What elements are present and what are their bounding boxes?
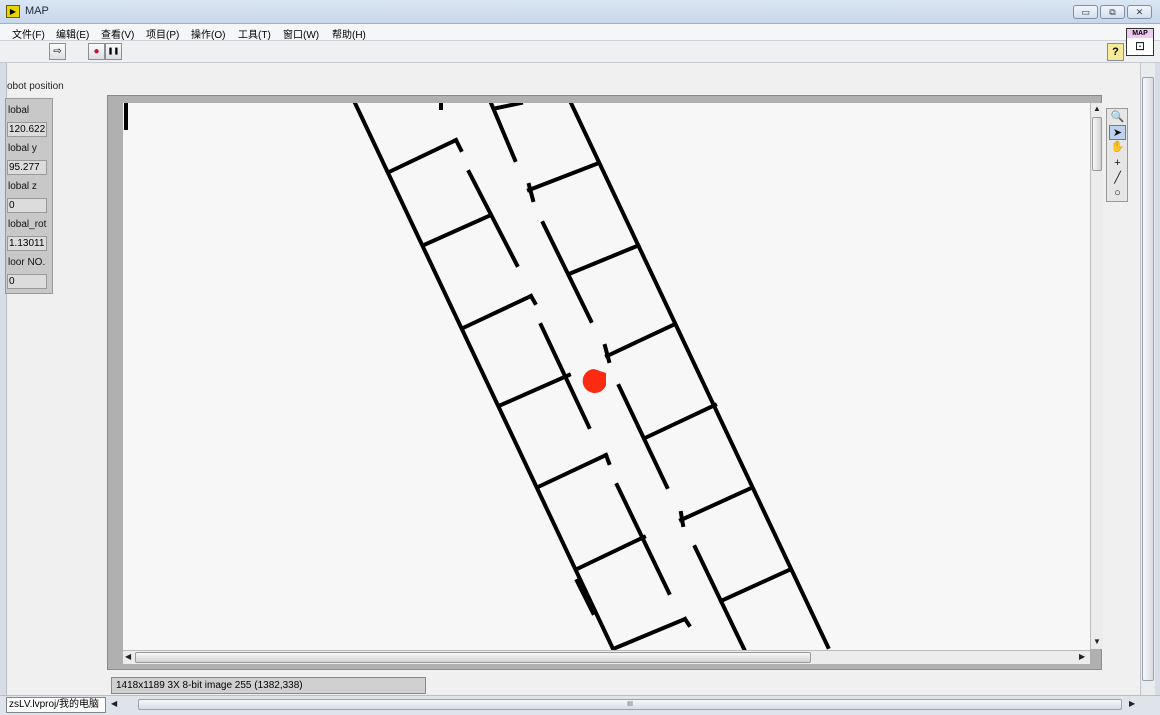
scroll-down-arrow-icon[interactable]: ▼ [1093, 637, 1101, 646]
floor-no-value: 0 [7, 274, 47, 289]
scroll-left-arrow-icon[interactable]: ◀ [125, 652, 131, 661]
menu-project[interactable]: 项目(P) [146, 26, 179, 41]
map-wall-divider [678, 510, 686, 528]
menu-edit[interactable]: 编辑(E) [56, 26, 89, 41]
map-wall-divider [526, 160, 602, 193]
window-scroll-right-arrow-icon[interactable]: ▶ [1129, 699, 1135, 708]
scroll-right-arrow-icon[interactable]: ▶ [1079, 652, 1085, 661]
robot-position-marker [582, 369, 606, 393]
pointer-tool-icon[interactable]: ➤ [1109, 125, 1126, 140]
menu-view[interactable]: 查看(V) [101, 26, 134, 41]
map-wall-inner [540, 220, 594, 324]
robot-position-cluster: lobal 120.622 lobal y 95.277 lobal z 0 l… [5, 98, 53, 294]
image-horizontal-scrollbar[interactable]: ◀ ▶ [123, 650, 1090, 664]
global-z-label: lobal z [8, 181, 37, 192]
global-y-label: lobal y [8, 143, 37, 154]
line-tool-icon[interactable]: ╱ [1109, 171, 1126, 186]
map-wall-divider [453, 137, 464, 153]
image-horizontal-scroll-thumb[interactable] [135, 652, 811, 663]
robot-position-label: obot position [7, 81, 64, 92]
vi-icon: MAP ⊡ [1126, 28, 1154, 56]
map-wall-divider [574, 534, 647, 572]
window-horizontal-scroll-thumb[interactable]: III [138, 699, 1122, 710]
point-tool-icon[interactable]: + [1109, 156, 1126, 171]
map-wall-inner [488, 103, 518, 163]
window-vertical-scroll-thumb[interactable] [1142, 77, 1154, 681]
global-y-value: 95.277 [7, 160, 47, 175]
map-wall-divider [566, 243, 640, 277]
pause-icon[interactable]: ❚❚ [105, 43, 122, 60]
toolbar: ⇨ ● ❚❚ ? [0, 41, 1160, 63]
close-button[interactable]: ✕ [1127, 5, 1152, 19]
map-wall-inner [616, 383, 670, 490]
map-wall-divider [421, 212, 494, 248]
floor-no-label: loor NO. [8, 257, 46, 268]
menu-help[interactable]: 帮助(H) [332, 26, 366, 41]
abort-execution-icon[interactable]: ● [88, 43, 105, 60]
global-rot-label: lobal_rot [8, 219, 47, 230]
map-wall-divider [604, 322, 676, 359]
map-wall-divider [535, 452, 609, 490]
vi-connector-icon: ⊡ [1134, 39, 1146, 53]
status-bar: zsLV.lvproj/我的电脑 ◀ III ▶ [0, 695, 1160, 715]
map-wall-outer-right [568, 103, 831, 650]
window-vertical-scrollbar[interactable] [1140, 63, 1155, 695]
title-bar: ▶ MAP ▭ ⧉ ✕ [0, 0, 1160, 24]
scroll-up-arrow-icon[interactable]: ▲ [1093, 104, 1101, 113]
map-image-display[interactable] [123, 103, 1090, 651]
map-wall-divider [460, 293, 534, 331]
restore-button[interactable]: ⧉ [1100, 5, 1125, 19]
global-x-value: 120.622 [7, 122, 47, 137]
map-wall-inner [692, 544, 748, 651]
menu-operate[interactable]: 操作(O) [191, 26, 225, 41]
labview-app-icon: ▶ [6, 5, 20, 18]
map-wall-divider [494, 103, 524, 111]
context-help-icon[interactable]: ? [1107, 43, 1124, 61]
image-tools-palette: 🔍 ➤ ✋ + ╱ ○ [1106, 108, 1128, 202]
map-wall-divider [498, 372, 572, 408]
global-x-label: lobal [8, 105, 30, 116]
run-arrow-icon[interactable]: ⇨ [49, 43, 66, 60]
map-wall-divider [682, 616, 692, 628]
global-rot-value: 1.13011 [7, 236, 47, 251]
window-scroll-left-arrow-icon[interactable]: ◀ [111, 699, 117, 708]
global-z-value: 0 [7, 198, 47, 213]
map-wall-divider [610, 616, 688, 651]
map-wall-divider [642, 402, 718, 441]
map-wall-divider [386, 137, 459, 175]
vi-icon-label: MAP [1127, 29, 1153, 38]
map-wall-divider [603, 452, 612, 466]
window-title: MAP [25, 5, 49, 17]
menu-tools[interactable]: 工具(T) [238, 26, 271, 41]
menu-file[interactable]: 文件(F) [12, 26, 45, 41]
image-vertical-scroll-thumb[interactable] [1092, 117, 1102, 171]
menu-bar: 文件(F) 编辑(E) 查看(V) 项目(P) 操作(O) 工具(T) 窗口(W… [0, 24, 1160, 41]
map-wall-divider [718, 567, 792, 604]
image-vertical-scrollbar[interactable]: ▲ ▼ [1090, 103, 1103, 649]
zoom-tool-icon[interactable]: 🔍 [1109, 110, 1126, 125]
oval-tool-icon[interactable]: ○ [1109, 186, 1126, 201]
map-wall-divider [602, 343, 612, 364]
project-path: zsLV.lvproj/我的电脑 [6, 697, 106, 713]
pan-tool-icon[interactable]: ✋ [1109, 140, 1126, 155]
minimize-button[interactable]: ▭ [1073, 5, 1098, 19]
map-wall-divider [678, 486, 752, 523]
menu-window[interactable]: 窗口(W) [283, 26, 319, 41]
map-wall-divider [528, 293, 538, 306]
map-drawing [124, 103, 831, 651]
map-wall-inner [466, 169, 520, 268]
image-information-indicator: 1418x1189 3X 8-bit image 255 (1382,338) [111, 677, 426, 694]
